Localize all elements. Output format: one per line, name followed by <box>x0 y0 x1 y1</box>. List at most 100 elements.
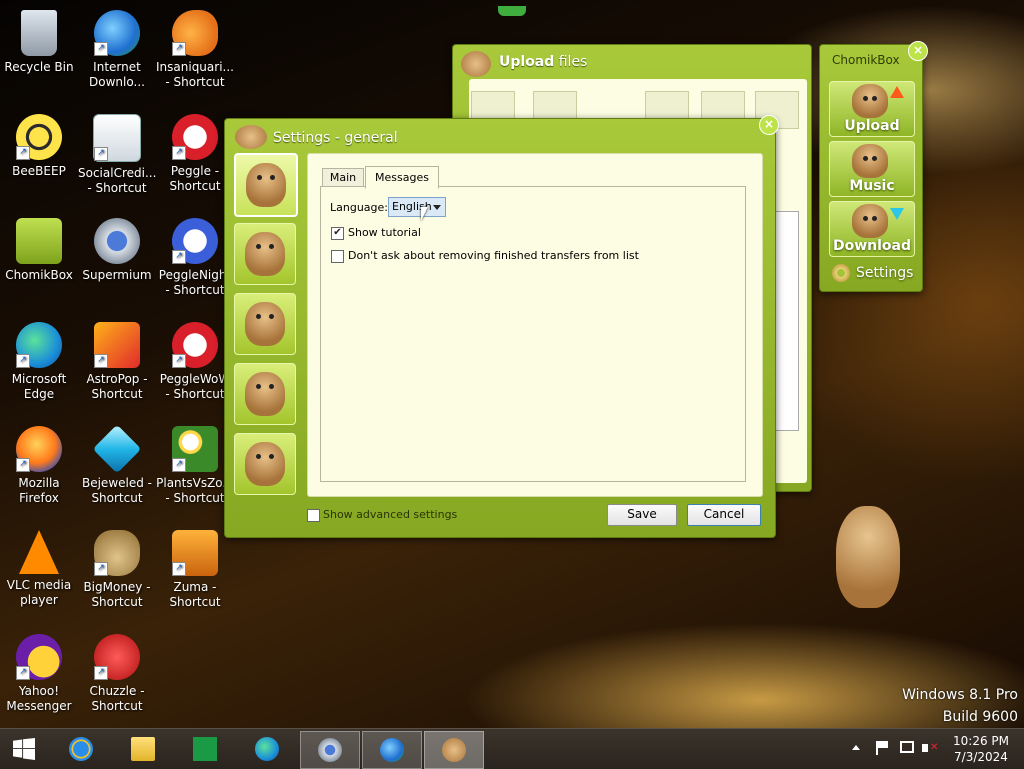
settings-category-music[interactable] <box>234 363 296 425</box>
desktop-icon-chuzzle[interactable]: ↗ Chuzzle - Shortcut <box>78 628 156 714</box>
settings-content-panel: Main Messages Language: English ✔ Show t… <box>307 153 763 497</box>
hamster-download-icon <box>245 442 285 486</box>
settings-category-general[interactable] <box>234 153 298 217</box>
taskbar-internet-explorer[interactable] <box>52 731 110 767</box>
start-button[interactable] <box>0 731 58 767</box>
desktop-icon-supermium[interactable]: Supermium <box>78 212 156 283</box>
save-button[interactable]: Save <box>607 504 677 526</box>
desktop-icon-insaniquarium[interactable]: ↗ Insaniquari... - Shortcut <box>156 4 234 90</box>
hamster-download-icon <box>852 204 888 238</box>
money-bag-icon: ↗ <box>94 530 140 576</box>
clock-date: 7/3/2024 <box>954 750 1008 764</box>
shortcut-arrow-icon: ↗ <box>94 42 108 56</box>
goldfish-icon: ↗ <box>172 10 218 56</box>
show-advanced-label: Show advanced settings <box>323 508 458 521</box>
upload-window-icon <box>461 51 491 77</box>
desktop-icon-pegglenights[interactable]: ↗ PeggleNight - Shortcut <box>156 212 234 298</box>
taskbar-edge[interactable] <box>238 731 296 767</box>
chomikbox-settings-button[interactable]: Settings <box>830 263 916 285</box>
desktop-icon-bigmoney[interactable]: ↗ BigMoney - Shortcut <box>78 524 156 610</box>
desktop-icon-astropop[interactable]: ↗ AstroPop - Shortcut <box>78 316 156 402</box>
top-notch-indicator <box>498 6 526 16</box>
taskbar-chomikbox[interactable] <box>424 731 484 769</box>
hamster-general-icon <box>246 163 286 207</box>
peggle-wow-icon: ↗ <box>172 322 218 368</box>
hamster-mascot[interactable] <box>836 506 900 608</box>
taskbar-internet-download-manager[interactable] <box>362 731 422 769</box>
firefox-icon: ↗ <box>16 426 62 472</box>
hamster-headphones-icon <box>245 372 285 416</box>
clock-time: 10:26 PM <box>953 734 1009 748</box>
taskbar-store[interactable] <box>176 731 234 767</box>
chomikbox-download-button[interactable]: Download <box>829 201 915 257</box>
desktop-icon-vlc[interactable]: VLC media player <box>0 524 78 608</box>
shortcut-arrow-icon: ↗ <box>172 146 186 160</box>
desktop-icon-bejeweled[interactable]: Bejeweled - Shortcut <box>78 420 156 506</box>
language-select[interactable]: English <box>388 197 446 217</box>
desktop-icon-plantsvszombies[interactable]: ↗ PlantsVsZo... - Shortcut <box>156 420 234 506</box>
gear-icon <box>832 264 850 282</box>
settings-category-appearance[interactable] <box>234 223 296 285</box>
desktop-icon-socialcredit[interactable]: ↗ SocialCredi... - Shortcut <box>78 108 156 196</box>
volume-muted-icon[interactable]: ✕ <box>922 741 938 755</box>
windows-logo-icon <box>13 738 35 760</box>
desktop-icon-yahoo-messenger[interactable]: ↗ Yahoo! Messenger <box>0 628 78 714</box>
zuma-idol-icon: ↗ <box>172 530 218 576</box>
hamster-palette-icon <box>245 232 285 276</box>
gem-icon <box>92 424 142 474</box>
desktop-icon-pegglewow[interactable]: ↗ PeggleWoW - Shortcut <box>156 316 234 402</box>
hamster-account-icon <box>245 302 285 346</box>
desktop-icon-recycle-bin[interactable]: Recycle Bin <box>0 4 78 75</box>
desktop-icon-microsoft-edge[interactable]: ↗ Microsoft Edge <box>0 316 78 402</box>
action-center-flag-icon[interactable] <box>876 741 890 755</box>
settings-category-download[interactable] <box>234 433 296 495</box>
mouse-cursor-icon <box>421 207 428 221</box>
folder-icon <box>131 737 155 761</box>
shortcut-arrow-icon: ↗ <box>172 250 186 264</box>
upload-window-title: Upload files <box>499 54 588 70</box>
taskbar-supermium[interactable] <box>300 731 360 769</box>
chomikbox-panel[interactable]: ChomikBox × Upload Music Download Settin… <box>819 41 928 292</box>
chomikbox-music-button[interactable]: Music <box>829 141 915 197</box>
tab-main[interactable]: Main <box>322 168 364 187</box>
tab-page-messages: Language: English ✔ Show tutorial Don't … <box>320 186 746 482</box>
settings-window[interactable]: Settings - general × Main Messages Langu… <box>224 115 779 538</box>
desktop-icon-beebeep[interactable]: ↗ BeeBEEP <box>0 108 78 179</box>
desktop-icon-zuma[interactable]: ↗ Zuma - Shortcut <box>156 524 234 610</box>
chomikbox-upload-button[interactable]: Upload <box>829 81 915 137</box>
show-advanced-checkbox[interactable] <box>307 509 320 522</box>
settings-close-button[interactable]: × <box>759 115 779 135</box>
shortcut-arrow-icon: ↗ <box>16 354 30 368</box>
shortcut-arrow-icon: ↗ <box>94 562 108 576</box>
tab-messages[interactable]: Messages <box>365 166 439 189</box>
network-icon[interactable] <box>900 741 914 753</box>
idm-globe-icon <box>380 738 404 762</box>
peggle-nights-icon: ↗ <box>172 218 218 264</box>
plant-flower-icon: ↗ <box>172 426 218 472</box>
supermium-icon <box>318 738 342 762</box>
desktop-icon-peggle[interactable]: ↗ Peggle - Shortcut <box>156 108 234 194</box>
yahoo-icon: ↗ <box>16 634 62 680</box>
dont-ask-remove-label: Don't ask about removing finished transf… <box>348 249 639 262</box>
shortcut-arrow-icon: ↗ <box>94 147 108 161</box>
shortcut-arrow-icon: ↗ <box>94 354 108 368</box>
peggle-p-icon: ↗ <box>172 114 218 160</box>
dont-ask-remove-checkbox[interactable] <box>331 250 344 263</box>
taskbar-file-explorer[interactable] <box>114 731 172 767</box>
show-tutorial-checkbox[interactable]: ✔ <box>331 227 344 240</box>
shortcut-arrow-icon: ↗ <box>16 458 30 472</box>
supermium-icon <box>94 218 140 264</box>
desktop-icon-internet-download-manager[interactable]: ↗ Internet Downlo... <box>78 4 156 90</box>
shortcut-arrow-icon: ↗ <box>94 666 108 680</box>
recycle-bin-icon <box>21 10 57 56</box>
chomikbox-close-button[interactable]: × <box>908 41 928 61</box>
desktop-icon-mozilla-firefox[interactable]: ↗ Mozilla Firefox <box>0 420 78 506</box>
show-tutorial-label: Show tutorial <box>348 226 421 239</box>
desktop-icon-chomikbox[interactable]: ChomikBox <box>0 212 78 283</box>
cancel-button[interactable]: Cancel <box>687 504 761 526</box>
edge-icon: ↗ <box>16 322 62 368</box>
settings-category-account[interactable] <box>234 293 296 355</box>
clock[interactable]: 10:26 PM 7/3/2024 <box>948 733 1014 765</box>
internet-explorer-icon <box>69 737 93 761</box>
show-hidden-icons-button[interactable] <box>852 745 860 750</box>
